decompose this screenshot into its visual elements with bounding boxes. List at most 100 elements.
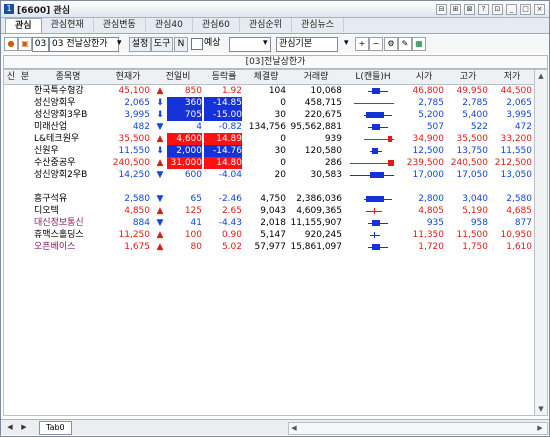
table-row[interactable]: 미래산업 482 ▼ 4 -0.82 134,756 95,562,881 507 522 472 (4, 121, 534, 133)
remove-button[interactable]: − (369, 37, 383, 51)
grid-header: 신 분 종목명 현재가 전일비 등락률 체결량 거래량 L(캔들)H 시가 고가… (4, 70, 534, 85)
stock-name[interactable]: 디오텍 (34, 205, 104, 217)
current-price: 11,550 (118, 146, 151, 156)
minimize-button[interactable]: _ (506, 4, 517, 15)
tab-interest-news[interactable]: 관심뉴스 (292, 18, 345, 32)
change-value: 2,000 (167, 145, 202, 157)
col-volume[interactable]: 체결량 (244, 70, 288, 84)
trading-volume: 286 (324, 158, 342, 168)
col-high[interactable]: 고가 (446, 70, 490, 84)
next-tab-icon[interactable]: ▶ (19, 422, 29, 432)
candle-chart (344, 217, 402, 229)
table-row[interactable]: 한국특수형강 45,100 ▲ 850 1.92 104 10,068 46,800 49,95… (4, 85, 534, 97)
chevron-down-icon[interactable]: ▾ (344, 37, 353, 50)
bottom-tab[interactable]: Tab0 (39, 421, 72, 435)
col-rate[interactable]: 등락률 (204, 70, 244, 84)
col-open[interactable]: 시가 (402, 70, 446, 84)
tab-interest-change[interactable]: 관심변동 (94, 18, 146, 32)
table-row[interactable]: 성신양회3우B 3,995 ⬇ 705 -15.00 30 220,675 5,200 5,40… (4, 109, 534, 121)
pin-icon[interactable]: ⊡ (492, 4, 503, 15)
trading-volume: 939 (324, 134, 342, 144)
current-price: 45,100 (118, 86, 151, 96)
col-type[interactable]: 분 (18, 70, 32, 84)
excel-icon[interactable]: ▦ (412, 37, 426, 51)
col-change[interactable]: 전일비 (152, 70, 204, 84)
stock-name[interactable]: L&테크원우 (34, 133, 104, 145)
tab-interest-40[interactable]: 관심40 (146, 18, 193, 32)
table-row[interactable]: 대신정보통신 884 ▼ 41 -4.43 2,018 11,155,907 935 958 87… (4, 217, 534, 229)
n-button[interactable]: N (174, 37, 188, 52)
current-price: 482 (132, 122, 150, 132)
exec-volume: 2,018 (260, 218, 286, 228)
chevron-down-icon[interactable]: ▾ (117, 37, 126, 50)
window-icon: 1 (4, 4, 14, 14)
stock-name[interactable]: 대신정보통신 (34, 217, 104, 229)
scroll-up-icon[interactable]: ▲ (535, 70, 547, 82)
group-header: [03]전날상한가 (3, 55, 548, 69)
add-button[interactable]: + (355, 37, 369, 51)
col-trading-volume[interactable]: 거래량 (288, 70, 344, 84)
table-row[interactable]: 신원우 11,550 ⬇ 2,000 -14.76 30 120,580 12,500 13,7… (4, 145, 534, 157)
setup-button[interactable]: 설정 (129, 37, 151, 52)
stock-name[interactable]: 신원우 (34, 145, 104, 157)
change-rate: -4.43 (218, 218, 242, 228)
tools-button[interactable]: 도구 (151, 37, 173, 52)
prev-tab-icon[interactable]: ◀ (5, 422, 15, 432)
lock-icon[interactable]: ● (4, 37, 18, 51)
maximize-button[interactable]: □ (520, 4, 531, 15)
table-row[interactable]: 오픈베이스 1,675 ▲ 80 5.02 57,977 15,861,097 1,720 1,… (4, 241, 534, 253)
tab-interest[interactable]: 관심 (5, 18, 42, 33)
col-name[interactable]: 종목명 (32, 70, 104, 84)
tab-interest-current[interactable]: 관심현재 (42, 18, 94, 32)
table-row[interactable]: 수산중공우 240,500 ▲ 31,000 14.80 0 286 239,500 240,5… (4, 157, 534, 169)
table-row[interactable]: 휴맥스홀딩스 11,250 ▲ 100 0.90 5,147 920,245 11,350 11… (4, 229, 534, 241)
table-row[interactable]: 흥구석유 2,580 ▼ 65 -2.46 4,750 2,386,036 2,800 3,04… (4, 193, 534, 205)
print-icon[interactable]: ⊠ (464, 4, 475, 15)
group-code-field[interactable]: 03 (32, 37, 49, 52)
stock-name[interactable]: 미래산업 (34, 121, 104, 133)
stock-name[interactable]: 오픈베이스 (34, 241, 104, 253)
change-rate: -15.00 (204, 109, 242, 121)
col-candle[interactable]: L(캔들)H (344, 70, 402, 84)
open-price: 507 (426, 122, 444, 132)
stock-name[interactable]: 한국특수형강 (34, 85, 104, 97)
up-arrow-icon: ▲ (156, 86, 164, 96)
edit-icon[interactable]: ✎ (398, 37, 412, 51)
chevron-down-icon[interactable]: ▾ (263, 37, 272, 50)
scroll-right-icon[interactable]: ▶ (535, 423, 545, 434)
stock-name[interactable]: 성신양회2우B (34, 169, 104, 181)
close-button[interactable]: × (534, 4, 545, 15)
layout-icon[interactable]: ⊞ (450, 4, 461, 15)
link-icon[interactable]: ⊟ (436, 4, 447, 15)
table-row[interactable]: 디오텍 4,850 ▲ 125 2.65 9,043 4,609,365 4,805 5,190… (4, 205, 534, 217)
scroll-down-icon[interactable]: ▼ (535, 403, 547, 415)
stock-name[interactable]: 휴맥스홀딩스 (34, 229, 104, 241)
col-low[interactable]: 저가 (490, 70, 534, 84)
stock-name[interactable]: 성신양회우 (34, 97, 104, 109)
open-price: 11,350 (412, 230, 445, 240)
table-row[interactable]: 성신양회2우B 14,250 ▼ 600 -4.04 20 30,583 17,000 17,0… (4, 169, 534, 181)
stock-name[interactable]: 성신양회3우B (34, 109, 104, 121)
exec-volume: 0 (280, 158, 286, 168)
group-icon[interactable]: ▣ (18, 37, 32, 51)
sort-select[interactable]: 관심기본 (276, 37, 338, 52)
table-row[interactable]: L&테크원우 35,500 ▲ 4,600 14.89 0 939 34,900 35,500 3… (4, 133, 534, 145)
scroll-left-icon[interactable]: ◀ (289, 423, 299, 434)
table-row[interactable]: 성신양회우 2,065 ⬇ 360 -14.85 0 458,715 2,785 2,785 2,… (4, 97, 534, 109)
stock-name[interactable]: 흥구석유 (34, 193, 104, 205)
settings-icon[interactable]: ⚙ (384, 37, 398, 51)
group-select[interactable]: 03 전날상한가 (49, 37, 119, 52)
forecast-checkbox[interactable] (191, 38, 203, 50)
tab-interest-60[interactable]: 관심60 (193, 18, 240, 32)
help-icon[interactable]: ? (478, 4, 489, 15)
stock-name[interactable]: 수산중공우 (34, 157, 104, 169)
high-price: 11,500 (456, 230, 489, 240)
tab-interest-rank[interactable]: 관심순위 (240, 18, 292, 32)
window: 1 [6600] 관심 ⊟ ⊞ ⊠ ? ⊡ _ □ × 관심 관심현재 관심변동… (0, 0, 550, 437)
col-new[interactable]: 신 (4, 70, 18, 84)
change-value: 850 (184, 86, 202, 96)
low-price: 3,995 (506, 110, 532, 120)
vertical-scrollbar[interactable]: ▲ ▼ (534, 69, 548, 416)
horizontal-scrollbar[interactable]: ◀ ▶ (288, 422, 548, 435)
col-price[interactable]: 현재가 (104, 70, 152, 84)
